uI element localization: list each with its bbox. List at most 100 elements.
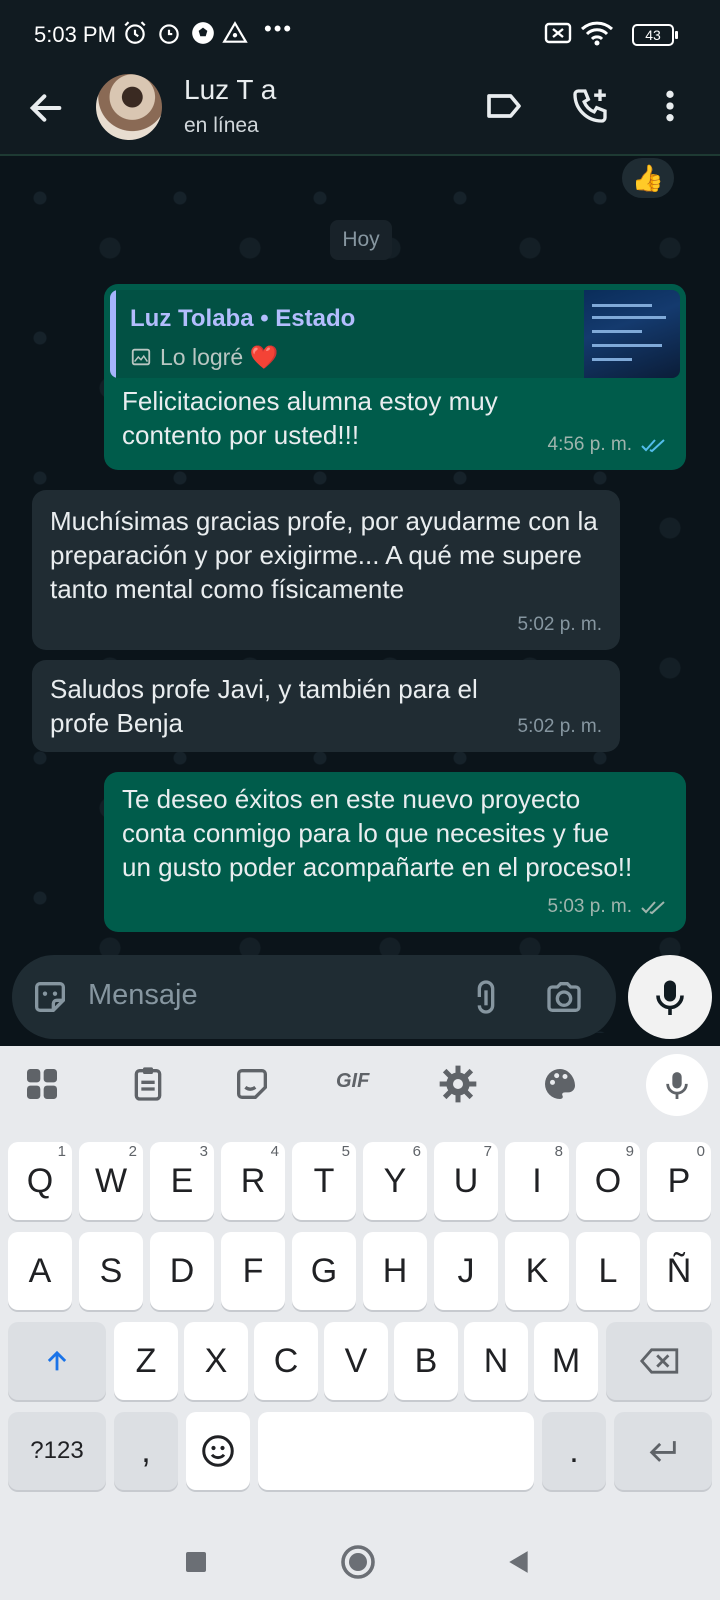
read-ticks-icon <box>641 439 665 453</box>
key-a[interactable]: A <box>8 1232 72 1310</box>
home-circle-icon[interactable] <box>340 1544 376 1580</box>
message-time: 5:03 p. m. <box>547 896 633 917</box>
contact-name[interactable]: Luz T a <box>184 74 276 106</box>
shift-key[interactable] <box>8 1322 106 1400</box>
message-time: 5:02 p. m. <box>517 716 603 737</box>
key-enye[interactable]: Ñ <box>647 1232 711 1310</box>
more-options-icon[interactable] <box>650 86 690 126</box>
back-arrow-icon[interactable] <box>26 88 66 128</box>
keyboard-mic-icon <box>666 1072 688 1099</box>
enter-key[interactable] <box>614 1412 712 1490</box>
key-n[interactable]: N <box>464 1322 528 1400</box>
quoted-status[interactable]: Luz Tolaba • Estado Lo logré ❤️ <box>110 290 680 378</box>
key-j[interactable]: J <box>434 1232 498 1310</box>
space-key[interactable] <box>258 1412 534 1490</box>
key-m[interactable]: M <box>534 1322 598 1400</box>
keyboard: GIF Q1 W2 E3 R4 T5 Y6 U7 I8 O9 P0 A S D … <box>0 1046 720 1600</box>
key-e[interactable]: E3 <box>150 1142 214 1220</box>
message-meta: 5:02 p. m. <box>518 608 603 642</box>
message-time: 5:02 p. m. <box>517 614 603 635</box>
clipboard-icon[interactable] <box>128 1064 168 1104</box>
soccer-ball-icon <box>192 22 214 44</box>
mic-icon <box>656 980 684 1015</box>
comma-key[interactable]: , <box>114 1412 178 1490</box>
wifi-icon <box>580 21 614 46</box>
more-notifications-icon: ••• <box>264 16 294 41</box>
keyboard-toolbar: GIF <box>0 1046 720 1126</box>
chat-header: Luz T a en línea <box>0 70 720 156</box>
emoji-key[interactable] <box>186 1412 250 1490</box>
message-outgoing[interactable]: Luz Tolaba • Estado Lo logré ❤️ Felicita… <box>104 284 686 470</box>
chat-area[interactable]: 👍 Hoy Luz Tolaba • Estado Lo logré ❤️ Fe… <box>0 158 720 1033</box>
palette-icon[interactable] <box>540 1064 580 1104</box>
message-input[interactable]: Mensaje <box>88 979 198 1012</box>
key-f[interactable]: F <box>221 1232 285 1310</box>
key-r[interactable]: R4 <box>221 1142 285 1220</box>
label-icon[interactable] <box>484 86 524 126</box>
message-text: Muchísimas gracias profe, por ayudarme c… <box>50 506 598 604</box>
quoted-author: Luz Tolaba • Estado <box>130 305 356 332</box>
quoted-text-row: Lo logré ❤️ <box>130 340 278 374</box>
attach-icon[interactable] <box>466 977 506 1017</box>
emoji-icon <box>202 1435 234 1467</box>
key-u[interactable]: U7 <box>434 1142 498 1220</box>
avatar[interactable] <box>96 74 162 140</box>
system-nav-bar <box>0 1532 720 1600</box>
message-outgoing[interactable]: Te deseo éxitos en este nuevo proyecto c… <box>104 772 686 932</box>
reaction-badge[interactable]: 👍 <box>622 158 674 198</box>
apps-grid-icon[interactable] <box>22 1064 62 1104</box>
key-x[interactable]: X <box>184 1322 248 1400</box>
status-time: 5:03 PM <box>34 22 116 47</box>
recents-square-icon[interactable] <box>184 1550 208 1574</box>
message-composer[interactable]: Mensaje <box>12 955 616 1039</box>
key-l[interactable]: L <box>576 1232 640 1310</box>
key-z[interactable]: Z <box>114 1322 178 1400</box>
key-w[interactable]: W2 <box>79 1142 143 1220</box>
settings-gear-icon[interactable] <box>438 1064 478 1104</box>
no-sim-icon <box>544 22 572 44</box>
key-k[interactable]: K <box>505 1232 569 1310</box>
keyboard-voice-button[interactable] <box>646 1054 708 1116</box>
message-time: 4:56 p. m. <box>547 434 633 455</box>
key-o[interactable]: O9 <box>576 1142 640 1220</box>
date-divider: Hoy <box>330 220 392 260</box>
add-call-icon[interactable] <box>570 86 610 126</box>
key-t[interactable]: T5 <box>292 1142 356 1220</box>
sticker-icon[interactable] <box>30 977 70 1017</box>
backspace-key[interactable] <box>606 1322 712 1400</box>
message-meta: 5:02 p. m. <box>518 710 603 744</box>
gif-button[interactable]: GIF <box>336 1070 369 1093</box>
key-b[interactable]: B <box>394 1322 458 1400</box>
period-key[interactable]: . <box>542 1412 606 1490</box>
key-q[interactable]: Q1 <box>8 1142 72 1220</box>
back-triangle-icon[interactable] <box>506 1548 532 1576</box>
message-text: Felicitaciones alumna estoy muy contento… <box>122 386 498 450</box>
backspace-icon <box>639 1348 679 1374</box>
enter-icon <box>649 1441 676 1462</box>
message-incoming[interactable]: Saludos profe Javi, y también para el pr… <box>32 660 620 752</box>
camera-icon[interactable] <box>544 977 584 1017</box>
key-s[interactable]: S <box>79 1232 143 1310</box>
message-text: Saludos profe Javi, y también para el pr… <box>50 674 478 738</box>
sticker-keyboard-icon[interactable] <box>232 1064 272 1104</box>
message-meta: 4:56 p. m. <box>548 428 669 462</box>
key-i[interactable]: I8 <box>505 1142 569 1220</box>
key-p[interactable]: P0 <box>647 1142 711 1220</box>
key-v[interactable]: V <box>324 1322 388 1400</box>
voice-message-button[interactable] <box>628 955 712 1039</box>
contact-status: en línea <box>184 114 259 137</box>
key-y[interactable]: Y6 <box>363 1142 427 1220</box>
key-c[interactable]: C <box>254 1322 318 1400</box>
quote-bar <box>110 290 116 378</box>
message-incoming[interactable]: Muchísimas gracias profe, por ayudarme c… <box>32 490 620 650</box>
triangle-app-icon <box>222 21 248 43</box>
status-thumbnail <box>584 290 680 378</box>
quoted-text: Lo logré ❤️ <box>160 344 279 370</box>
status-bar: 5:03 PM ••• 43 <box>0 0 720 70</box>
message-meta: 5:03 p. m. <box>548 890 669 924</box>
image-icon <box>131 348 151 366</box>
key-h[interactable]: H <box>363 1232 427 1310</box>
key-g[interactable]: G <box>292 1232 356 1310</box>
key-d[interactable]: D <box>150 1232 214 1310</box>
symbols-key[interactable]: ?123 <box>8 1412 106 1490</box>
